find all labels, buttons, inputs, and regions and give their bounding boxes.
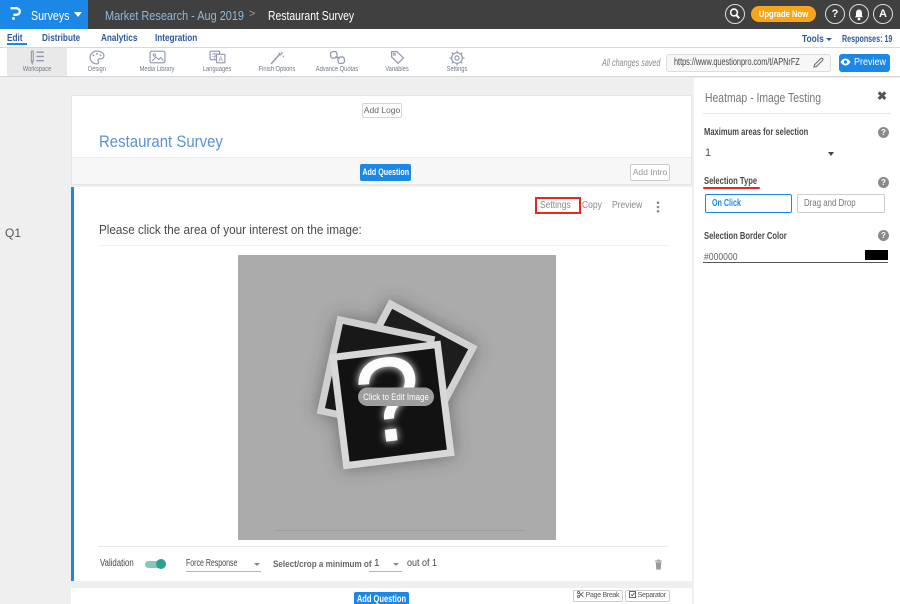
svg-text:Click to Edit Image: Click to Edit Image <box>363 391 429 402</box>
svg-text:A: A <box>218 57 223 64</box>
svg-text:字: 字 <box>211 51 217 60</box>
